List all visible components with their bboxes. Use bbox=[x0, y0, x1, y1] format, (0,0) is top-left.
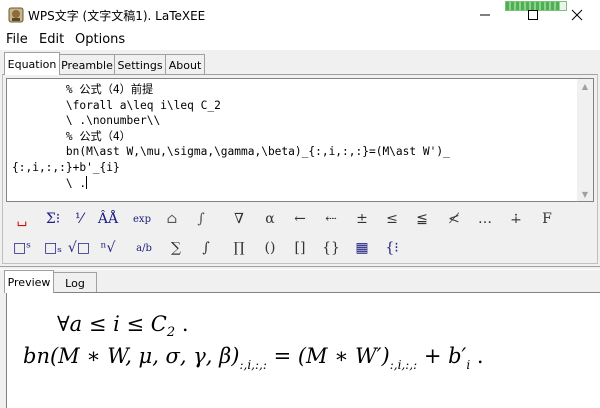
code-line: \forall a\leq i\leq C_2 bbox=[12, 98, 221, 112]
leq-icon[interactable]: ≤ bbox=[380, 207, 404, 231]
close-icon bbox=[571, 9, 583, 21]
code-line: % 公式（4） bbox=[12, 129, 131, 143]
accents-icon[interactable]: ÂÅ bbox=[96, 207, 120, 231]
code-line: {:,i,:,:}+b'_{i} bbox=[12, 160, 120, 174]
left-arrow-icon[interactable]: ← bbox=[288, 207, 312, 231]
code-line: bn(M\ast W,\mu,\sigma,\gamma,\beta)_{:,i… bbox=[12, 145, 450, 159]
brackets-icon[interactable]: [] bbox=[288, 236, 312, 260]
nth-root-icon[interactable]: ⁿ√ bbox=[96, 236, 120, 260]
long-left-arrow-icon[interactable]: ⇠ bbox=[319, 207, 343, 231]
plus-minus-icon[interactable]: ± bbox=[350, 207, 374, 231]
nabla-icon[interactable]: ∇ bbox=[227, 207, 251, 231]
menu-file[interactable]: File bbox=[6, 32, 28, 47]
code-line: % 公式（4）前提 bbox=[12, 83, 154, 96]
window-title: WPS文字 (文字文稿1). LaTeXEE bbox=[28, 9, 206, 23]
tab-preamble[interactable]: Preamble bbox=[59, 54, 115, 75]
code-line: \ . bbox=[12, 176, 87, 190]
tab-log[interactable]: Log bbox=[53, 272, 97, 293]
rendered-equation: ∀a ≤ i ≤ C2 . bn(M ∗ W, μ, σ, γ, β):,i,:… bbox=[23, 312, 484, 372]
maximize-icon bbox=[528, 10, 538, 20]
superscript-icon[interactable]: □ˢ bbox=[10, 236, 34, 260]
not-less-icon[interactable]: ≮ bbox=[442, 207, 466, 231]
dotplus-icon[interactable]: ∔ bbox=[504, 207, 528, 231]
function-names-icon[interactable]: exp bbox=[130, 207, 154, 231]
tab-preview[interactable]: Preview bbox=[4, 270, 54, 293]
sqrt-icon[interactable]: √□ bbox=[67, 236, 91, 260]
parentheses-icon[interactable]: () bbox=[258, 236, 282, 260]
svg-text:∀a ≤ i ≤ C2 .: ∀a ≤ i ≤ C2 . bbox=[57, 312, 189, 340]
bottom-tab-strip: Preview Log bbox=[0, 270, 600, 293]
fraction-icon[interactable]: ⅟ bbox=[67, 207, 91, 231]
box-icon[interactable]: ⌂ bbox=[160, 207, 184, 231]
frac-ab-icon[interactable]: a/b bbox=[132, 236, 156, 260]
cases-icon[interactable]: {⁝ bbox=[380, 236, 404, 260]
minimize-button[interactable] bbox=[462, 0, 508, 30]
top-tab-strip: Equation Preamble Settings About bbox=[0, 52, 600, 75]
tab-equation[interactable]: Equation bbox=[4, 52, 60, 75]
product-icon[interactable]: ∏ bbox=[227, 236, 251, 260]
scroll-down-icon[interactable]: ▼ bbox=[577, 187, 593, 201]
ellipsis-icon[interactable]: … bbox=[473, 207, 497, 231]
sum-icon[interactable]: ∑ bbox=[164, 236, 188, 260]
text-caret bbox=[86, 175, 88, 189]
svg-text:bn(M ∗ W, μ, σ, γ, β):,i,:,: =: bn(M ∗ W, μ, σ, γ, β):,i,:,: = (M ∗ W′):… bbox=[23, 344, 484, 372]
function-f-icon[interactable]: F bbox=[535, 207, 559, 231]
alpha-icon[interactable]: α bbox=[258, 207, 282, 231]
menu-edit[interactable]: Edit bbox=[39, 32, 64, 47]
integral-bracket-icon[interactable]: ∫ bbox=[189, 207, 213, 231]
subscript-icon[interactable]: □ₛ bbox=[41, 236, 65, 260]
equation-preview: ∀a ≤ i ≤ C2 . bn(M ∗ W, μ, σ, γ, β):,i,:… bbox=[6, 292, 600, 408]
braces-icon[interactable]: {} bbox=[319, 236, 343, 260]
menu-bar: File Edit Options bbox=[0, 30, 600, 50]
title-bar: WPS文字 (文字文稿1). LaTeXEE bbox=[0, 0, 600, 30]
tab-settings[interactable]: Settings bbox=[114, 54, 166, 75]
minimize-icon bbox=[480, 14, 490, 16]
matrix-icon[interactable]: ▦ bbox=[350, 236, 374, 260]
symbol-toolbar-row-1: ␣ Σ⁝ ⅟ ÂÅ exp ⌂ ∫ ∇ α ← ⇠ ± ≤ ≦ ≮ … ∔ F bbox=[10, 207, 570, 233]
space-icon[interactable]: ␣ bbox=[10, 207, 34, 231]
code-line: \ .\nonumber\\ bbox=[12, 114, 161, 128]
latex-editor[interactable]: % 公式（4）前提 \forall a\leq i\leq C_2 \ .\no… bbox=[6, 78, 594, 202]
scroll-up-icon[interactable]: ▲ bbox=[577, 79, 593, 93]
code-text: % 公式（4）前提 \forall a\leq i\leq C_2 \ .\no… bbox=[12, 82, 450, 191]
tab-about[interactable]: About bbox=[165, 54, 205, 75]
maximize-button[interactable] bbox=[510, 0, 556, 30]
leqq-icon[interactable]: ≦ bbox=[410, 207, 434, 231]
sum-symbols-icon[interactable]: Σ⁝ bbox=[41, 207, 65, 231]
integral-icon[interactable]: ∫ bbox=[194, 236, 218, 260]
menu-options[interactable]: Options bbox=[75, 32, 125, 47]
app-logo-icon bbox=[8, 7, 24, 23]
vertical-scrollbar[interactable]: ▲ ▼ bbox=[577, 79, 593, 201]
symbol-toolbar-row-2: □ˢ □ₛ √□ ⁿ√ a/b ∑ ∫ ∏ ()[] {} ▦ {⁝ bbox=[10, 236, 570, 262]
close-button[interactable] bbox=[554, 0, 600, 30]
